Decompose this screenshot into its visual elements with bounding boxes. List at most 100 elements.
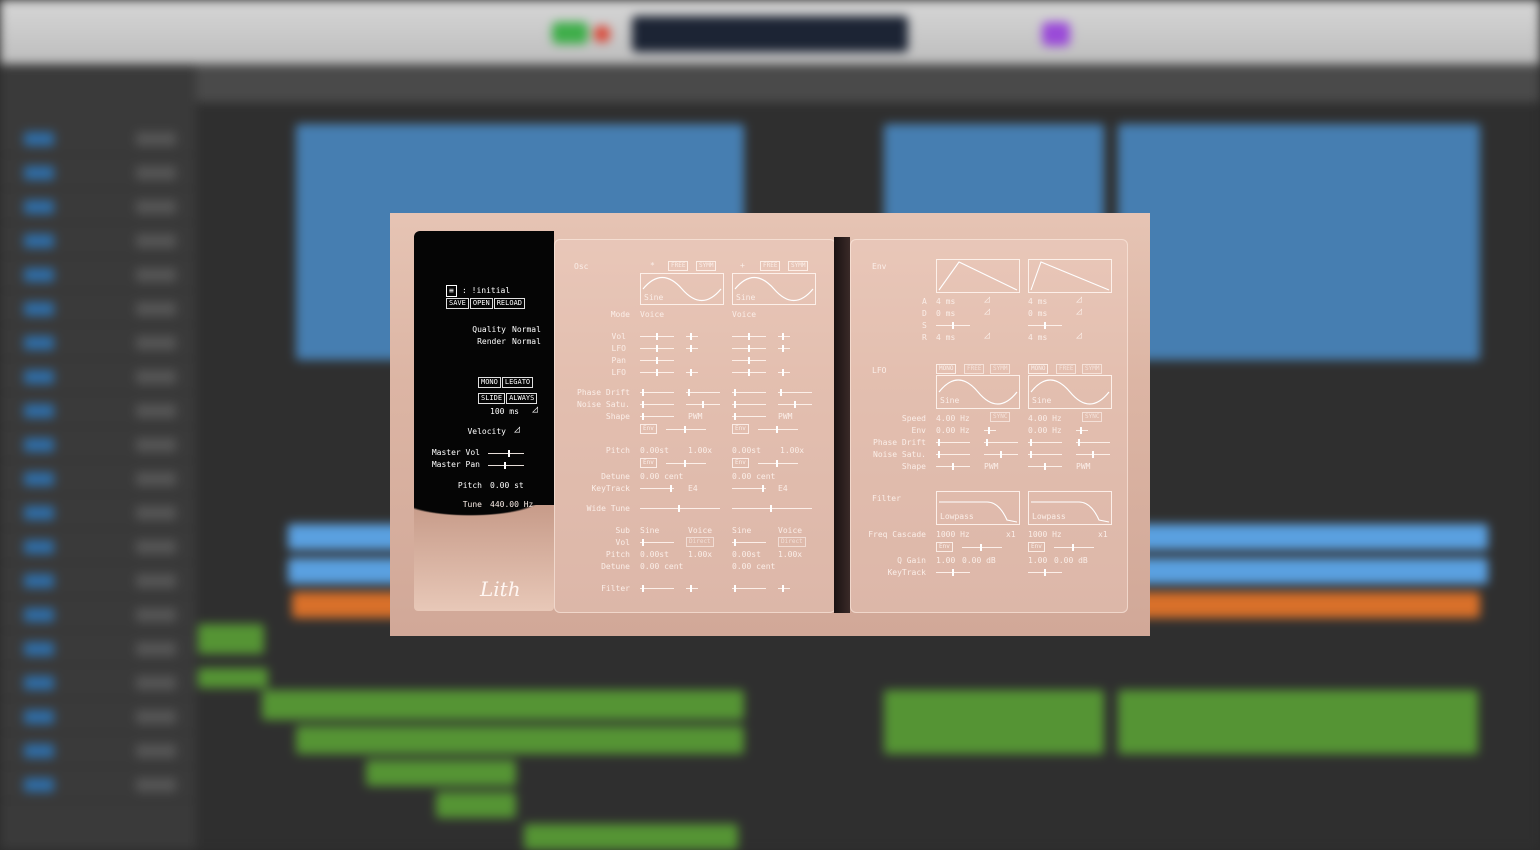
- track-header[interactable]: [0, 294, 196, 325]
- osc2-sub-pitch[interactable]: 0.00st: [732, 550, 761, 560]
- lfo1-sync-button[interactable]: SYNC: [990, 412, 1011, 422]
- master-vol-slider[interactable]: [488, 450, 524, 457]
- osc1-filter-mod[interactable]: [686, 585, 698, 592]
- lfo1-shape-slider[interactable]: [936, 463, 970, 470]
- env1-release[interactable]: 4 ms: [936, 333, 955, 343]
- env1-decay[interactable]: 0 ms: [936, 309, 955, 319]
- env2-sustain-slider[interactable]: [1028, 322, 1062, 329]
- osc2-filter-mod[interactable]: [778, 585, 790, 592]
- env1-release-curve-icon[interactable]: ◿: [984, 331, 990, 341]
- filter1-env-slider[interactable]: [962, 544, 1002, 551]
- env2-decay[interactable]: 0 ms: [1028, 309, 1047, 319]
- track-header[interactable]: [0, 192, 196, 223]
- legato-button[interactable]: LEGATO: [501, 377, 534, 388]
- osc1-shape-env-slider[interactable]: [666, 426, 706, 433]
- audio-region[interactable]: [262, 690, 744, 720]
- osc2-shape-env-button[interactable]: Env: [732, 424, 749, 434]
- osc1-filter-slider[interactable]: [640, 585, 674, 592]
- osc2-lfo-mod[interactable]: [778, 345, 790, 352]
- osc2-shape[interactable]: PWM: [778, 412, 792, 422]
- tuner-button[interactable]: [1042, 22, 1070, 46]
- track-header[interactable]: [0, 770, 196, 801]
- osc2-sub-vol-slider[interactable]: [732, 539, 766, 546]
- filter2-env-slider[interactable]: [1054, 544, 1094, 551]
- audio-region[interactable]: [524, 824, 738, 850]
- lfo2-shape-slider[interactable]: [1028, 463, 1062, 470]
- glide-time[interactable]: 100 ms: [490, 407, 519, 417]
- osc2-sub-direct-button[interactable]: Direct: [778, 537, 806, 547]
- osc2-vol-mod[interactable]: [778, 333, 790, 340]
- osc2-pan-slider[interactable]: [732, 357, 766, 364]
- glide-curve-icon[interactable]: ◿: [532, 405, 538, 415]
- osc2-shape-slider[interactable]: [732, 413, 766, 420]
- track-header[interactable]: [0, 158, 196, 189]
- lfo2-env-mod[interactable]: [1076, 427, 1088, 434]
- osc1-pitch[interactable]: 0.00st: [640, 446, 669, 456]
- osc1-phase-drift-slider[interactable]: [640, 389, 674, 396]
- track-header[interactable]: [0, 702, 196, 733]
- filter1-freq[interactable]: 1000 Hz: [936, 530, 970, 540]
- env1-sustain-slider[interactable]: [936, 322, 970, 329]
- play-button[interactable]: [552, 22, 588, 44]
- osc2-keytrack[interactable]: E4: [778, 484, 788, 494]
- osc1-free-button[interactable]: FREE: [668, 261, 689, 271]
- track-header[interactable]: [0, 532, 196, 563]
- lfo1-env[interactable]: 0.00 Hz: [936, 426, 970, 436]
- lfo2-shape[interactable]: PWM: [1076, 462, 1090, 472]
- osc2-ratio[interactable]: 1.00x: [780, 446, 804, 456]
- osc1-lfo-slider[interactable]: [640, 345, 674, 352]
- osc1-vol-mod[interactable]: [686, 333, 698, 340]
- env1-decay-curve-icon[interactable]: ◿: [984, 307, 990, 317]
- lfo2-free-button[interactable]: FREE: [1056, 364, 1077, 374]
- osc1-pan-slider[interactable]: [640, 357, 674, 364]
- osc2-detune[interactable]: 0.00 cent: [732, 472, 775, 482]
- osc1-wide-tune-slider[interactable]: [640, 505, 720, 512]
- track-header[interactable]: [0, 498, 196, 529]
- osc2-shape-env-slider[interactable]: [758, 426, 798, 433]
- slide-button[interactable]: SLIDE: [478, 393, 506, 404]
- track-header[interactable]: [0, 566, 196, 597]
- osc1-sub-pitch[interactable]: 0.00st: [640, 550, 669, 560]
- osc2-phase-drift-mod[interactable]: [778, 389, 812, 396]
- timeline-ruler[interactable]: [196, 64, 1540, 102]
- osc2-sub-detune[interactable]: 0.00 cent: [732, 562, 775, 572]
- track-header[interactable]: [0, 328, 196, 359]
- master-pan-slider[interactable]: [488, 462, 524, 469]
- osc1-panlfo-slider[interactable]: [640, 369, 674, 376]
- osc2-panlfo-slider[interactable]: [732, 369, 766, 376]
- filter2-cascade[interactable]: x1: [1098, 530, 1108, 540]
- velocity-curve-icon[interactable]: ◿: [514, 425, 520, 435]
- audio-region[interactable]: [198, 624, 264, 654]
- filter1-cascade[interactable]: x1: [1006, 530, 1016, 540]
- lfo1-noise-slider[interactable]: [936, 451, 970, 458]
- save-button[interactable]: SAVE: [446, 298, 469, 309]
- lfo1-speed[interactable]: 4.00 Hz: [936, 414, 970, 424]
- track-header[interactable]: [0, 634, 196, 665]
- filter2-freq[interactable]: 1000 Hz: [1028, 530, 1062, 540]
- lfo1-free-button[interactable]: FREE: [964, 364, 985, 374]
- filter1-gain[interactable]: 0.00 dB: [962, 556, 996, 566]
- lfo2-speed[interactable]: 4.00 Hz: [1028, 414, 1062, 424]
- lfo1-env-mod[interactable]: [984, 427, 996, 434]
- lfo2-noise-mod[interactable]: [1076, 451, 1110, 458]
- env2-release-curve-icon[interactable]: ◿: [1076, 331, 1082, 341]
- env2-attack-curve-icon[interactable]: ◿: [1076, 295, 1082, 305]
- env1-graph[interactable]: [936, 259, 1020, 293]
- filter1-q[interactable]: 1.00: [936, 556, 955, 566]
- osc2-sub-mode[interactable]: Voice: [778, 526, 802, 536]
- midi-region[interactable]: [1118, 124, 1480, 360]
- lfo2-sync-button[interactable]: SYNC: [1082, 412, 1103, 422]
- track-header[interactable]: [0, 226, 196, 257]
- osc1-shape[interactable]: PWM: [688, 412, 702, 422]
- audio-region[interactable]: [296, 726, 744, 754]
- osc1-sub-mode[interactable]: Voice: [688, 526, 712, 536]
- osc2-pitch-env-button[interactable]: Env: [732, 458, 749, 468]
- track-header[interactable]: [0, 430, 196, 461]
- osc2-noise-slider[interactable]: [732, 401, 766, 408]
- env1-attack-curve-icon[interactable]: ◿: [984, 295, 990, 305]
- track-header[interactable]: [0, 124, 196, 155]
- lfo1-noise-mod[interactable]: [984, 451, 1018, 458]
- osc1-sub-direct-button[interactable]: Direct: [686, 537, 714, 547]
- track-header[interactable]: [0, 260, 196, 291]
- quality-value[interactable]: Normal: [512, 325, 541, 335]
